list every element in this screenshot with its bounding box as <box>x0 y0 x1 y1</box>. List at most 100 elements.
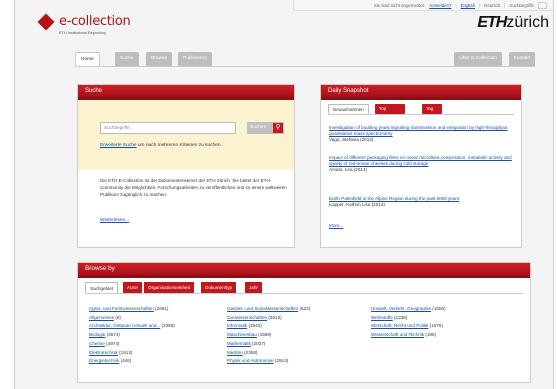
browser-page: Sie sind nicht angemeldet. Anmelden? | E… <box>14 0 554 389</box>
subject-count: (2661) <box>155 306 169 311</box>
collection-description: Die ETH E-Collection ist der Dokumentens… <box>100 178 287 197</box>
search-panel: Suche Suchbegriffe... Suchen ⚲ Erweitert… <box>77 84 295 248</box>
logo-name: e-collection <box>59 14 131 29</box>
subject-link[interactable]: Elektrotechnik <box>89 350 118 355</box>
snapshot-item: Earth Paleofield in the Alpine Region du… <box>329 196 515 208</box>
nav-tab-publizieren[interactable]: Publizieren <box>178 52 212 66</box>
subject-count: (1336) <box>394 314 408 320</box>
browse-panel: Browse by Sachgebiet Autor Organisations… <box>77 262 531 383</box>
login-link[interactable]: Anmelden? <box>429 3 451 8</box>
subject-link[interactable]: Energietechnik <box>89 358 119 363</box>
snapshot-item-title[interactable]: Earth Paleofield in the Alpine Region du… <box>329 196 459 201</box>
search-icon: ⚲ <box>273 123 283 133</box>
read-more-link[interactable]: Weiterlesen... <box>100 218 129 223</box>
subject-link[interactable]: Allgemeines <box>89 315 114 320</box>
snapshot-item-title[interactable]: Investigation of budding yeast signaling… <box>329 125 508 136</box>
logo-diamond-icon <box>37 13 55 30</box>
eth-zurich-logo[interactable]: ETHzürich <box>477 14 549 32</box>
tab-top-downloads[interactable]: Top Downloads <box>375 104 406 121</box>
subject-link[interactable]: Werkstoffe <box>371 315 393 320</box>
subject-column-3: Umwelt, Verkehr, Geographie (1555) Werks… <box>371 305 446 340</box>
subject-link[interactable]: Biologie <box>89 332 105 337</box>
subject-link[interactable]: Umwelt, Verkehr, Geographie <box>371 306 431 311</box>
search-button[interactable]: Suchen ⚲ <box>247 122 284 134</box>
logo-subtitle: ETH Institutional Repository <box>59 31 107 35</box>
list-item: Informatik (2943) <box>227 322 310 331</box>
subject-count: (2943) <box>248 323 262 329</box>
tab-jahr[interactable]: Jahr <box>245 282 262 293</box>
util-search-input[interactable]: Suchbegriffe <box>509 3 534 8</box>
subject-link[interactable]: Informatik <box>227 323 247 328</box>
snapshot-item-author: Amato, Lea (2014) <box>329 167 368 172</box>
lang-deutsch[interactable]: Deutsch <box>484 3 500 8</box>
subject-link[interactable]: Physik und Astronomie <box>227 358 274 363</box>
list-item: Architektur, Gebaute Umwelt und... (2059… <box>89 322 175 331</box>
subject-count: (2059) <box>161 323 175 329</box>
browse-panel-title: Browse by <box>78 263 530 278</box>
list-item: Medizin (2358) <box>227 349 310 358</box>
login-status: Sie sind nicht angemeldet. <box>373 2 426 8</box>
subject-count: (1913) <box>119 349 133 355</box>
nav-tab-browse[interactable]: Browse <box>146 52 172 66</box>
snapshot-item: Investigation of budding yeast signaling… <box>329 125 515 143</box>
subject-count: (446) <box>120 358 132 364</box>
snapshot-item-author: Kapper, Kathrin Lisa (2014) <box>329 202 385 207</box>
subject-count: (2913) <box>275 358 289 364</box>
subject-link[interactable]: Medizin <box>227 350 243 355</box>
daily-snapshot-panel: Daily Snapshot Neuaufnahmen Top Download… <box>320 84 522 248</box>
tab-autor[interactable]: Autor <box>123 282 142 293</box>
subject-count: (623) <box>299 306 311 311</box>
e-collection-logo[interactable]: e-collection <box>37 13 131 30</box>
list-item: Werkstoffe (1336) <box>371 314 446 323</box>
nav-tab-suche[interactable]: Suche <box>115 52 139 66</box>
list-item: Allgemeines (8) <box>89 314 175 323</box>
subject-link[interactable]: Wissenschaft und Technik <box>371 332 424 337</box>
subject-count: (1976) <box>429 323 444 329</box>
list-item: Biologie (3574) <box>89 331 175 340</box>
list-item: Mathematik (2037) <box>227 340 310 349</box>
subject-link[interactable]: Maschinenbau <box>227 332 257 337</box>
subject-link[interactable]: Wirtschaft, Recht und Politik <box>371 323 428 328</box>
snapshot-item-title[interactable]: Impact of different packaging films on o… <box>329 155 512 166</box>
tab-dokumenttyp[interactable]: Dokumenttyp <box>201 282 237 293</box>
daily-snapshot-title: Daily Snapshot <box>321 85 521 100</box>
util-search-button[interactable] <box>538 1 547 9</box>
search-input[interactable]: Suchbegriffe... <box>100 122 236 134</box>
snapshot-item-author: Vaga, Stefania (2013) <box>329 137 374 142</box>
subject-count: (4974) <box>106 340 120 346</box>
subject-link[interactable]: Agrar- und Forstwissenschaften <box>89 306 154 311</box>
list-item: Chemie (4974) <box>89 340 175 349</box>
snapshot-more-link[interactable]: More... <box>329 223 515 229</box>
search-panel-title: Suche <box>78 85 294 100</box>
subject-count: (3574) <box>106 332 120 338</box>
list-item: Geistes- und Sozialwissenschaften (623) <box>227 305 310 314</box>
search-button-label: Suchen <box>250 125 267 130</box>
subject-link[interactable]: Geistes- und Sozialwissenschaften <box>227 306 298 311</box>
list-item: Elektrotechnik (1913) <box>89 349 175 358</box>
advanced-search-text: um nach mehreren Kriterien zu suchen. <box>136 143 222 148</box>
subject-link[interactable]: Chemie <box>89 341 105 346</box>
subject-count: (1555) <box>432 306 446 311</box>
subject-count: (2358) <box>244 349 258 355</box>
nav-tab-home[interactable]: Home <box>75 52 100 67</box>
list-item: Maschinenbau (1589) <box>227 331 310 340</box>
tab-tag-cloud[interactable]: Tag Cloud <box>422 104 442 121</box>
advanced-search-link[interactable]: Erweiterte Suche <box>100 143 137 148</box>
subject-count: (1589) <box>258 332 272 338</box>
tab-neuaufnahmen[interactable]: Neuaufnahmen <box>328 104 369 114</box>
subject-link[interactable]: Geowissenschaften <box>227 315 267 320</box>
subject-column-2: Geistes- und Sozialwissenschaften (623) … <box>227 305 310 366</box>
advanced-search-line: Erweiterte Suche um nach mehreren Kriter… <box>100 143 222 148</box>
tab-organisationseinheit[interactable]: Organisationseinheit <box>144 282 194 293</box>
lang-english-link[interactable]: English <box>461 3 475 8</box>
subject-column-1: Agrar- und Forstwissenschaften (2661) Al… <box>89 305 175 366</box>
subject-link[interactable]: Architektur, Gebaute Umwelt und... <box>89 323 160 328</box>
subject-count: (198) <box>425 332 437 338</box>
nav-tab-kontakt[interactable]: Kontakt <box>508 52 535 66</box>
list-item: Agrar- und Forstwissenschaften (2661) <box>89 305 175 314</box>
nav-tab-about[interactable]: Über E-Collection <box>454 52 502 66</box>
subject-link[interactable]: Mathematik <box>227 341 251 346</box>
list-item: Wissenschaft und Technik (198) <box>371 331 446 340</box>
subject-count: (3612) <box>268 314 282 320</box>
tab-sachgebiet[interactable]: Sachgebiet <box>85 282 118 293</box>
